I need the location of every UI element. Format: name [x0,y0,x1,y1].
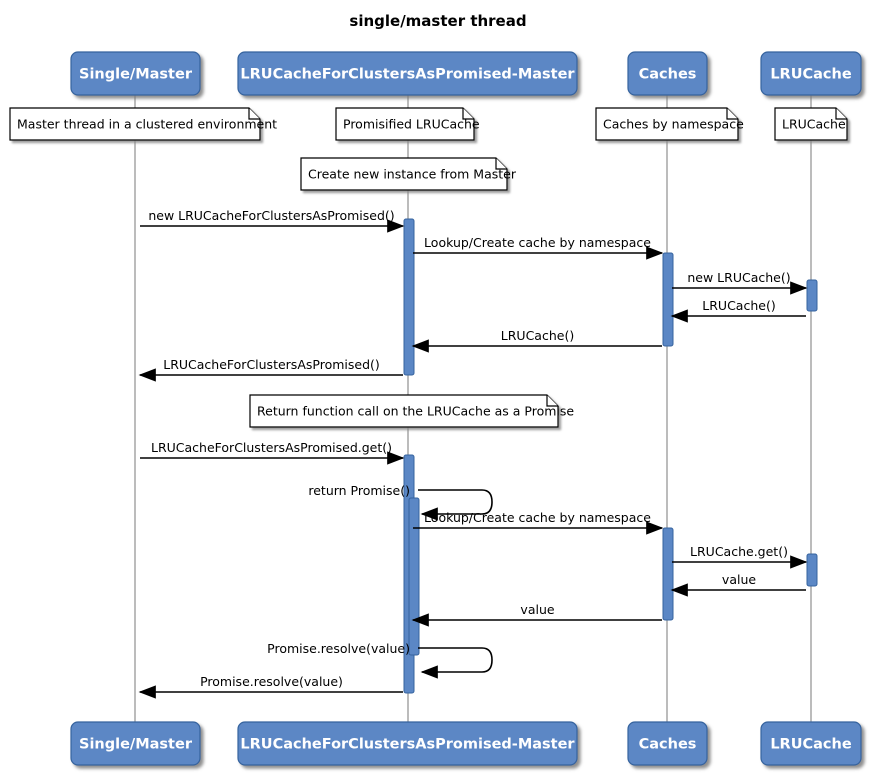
messages-layer: new LRUCacheForClustersAsPromised() Looku… [138,208,808,699]
self-message-arrow [418,647,493,679]
message-label: value [520,602,554,617]
note-label: Return function call on the LRUCache as … [257,404,574,419]
message-label: LRUCacheForClustersAsPromised() [163,357,380,372]
participant-lrucache-footer[interactable]: LRUCache [760,721,862,766]
activation-bar-caches [662,527,674,621]
participant-label: Single/Master [79,737,193,753]
activation-bar-caches [662,252,674,347]
participant-promised-footer[interactable]: LRUCacheForClustersAsPromised-Master [237,721,578,766]
note-promised: Promisified LRUCache [335,107,480,141]
participant-master-footer[interactable]: Single/Master [70,721,201,766]
message-label: value [722,572,756,587]
participant-label: LRUCache [770,737,852,753]
message-m13: Promise.resolve(value) [267,641,493,679]
note-lrucache: LRUCache [774,107,848,141]
message-label: Lookup/Create cache by namespace [424,235,651,250]
message-m4: LRUCache() [670,298,806,323]
diagram-canvas: single/master thread new LRUCacheForClus… [9,12,862,766]
message-m6: LRUCacheForClustersAsPromised() [138,357,403,382]
participant-label: LRUCacheForClustersAsPromised-Master [240,737,575,753]
message-m11: value [670,572,806,597]
participant-master-header[interactable]: Single/Master [70,51,201,96]
note-create-instance: Create new instance from Master [300,157,517,191]
participant-caches-footer[interactable]: Caches [627,721,708,766]
message-m14: Promise.resolve(value) [138,674,403,699]
participant-caches-header[interactable]: Caches [627,51,708,96]
message-label: Promise.resolve(value) [200,674,343,689]
participant-label: Single/Master [79,67,193,83]
note-label: LRUCache [782,117,846,132]
activation-bar-lrucache [806,279,818,312]
diagram-title: single/master thread [349,12,526,30]
message-label: return Promise() [308,483,410,498]
participant-lrucache-header[interactable]: LRUCache [760,51,862,96]
message-label: new LRUCache() [687,270,790,285]
activation-bar-promised [408,497,420,656]
message-m5: LRUCache() [411,328,662,353]
message-label: Lookup/Create cache by namespace [424,510,651,525]
participant-label: LRUCacheForClustersAsPromised-Master [240,67,575,83]
message-m9: Lookup/Create cache by namespace [413,510,664,535]
note-return-promise: Return function call on the LRUCache as … [249,394,574,428]
note-label: Create new instance from Master [308,167,517,182]
message-m12: value [411,602,662,627]
message-m7: LRUCacheForClustersAsPromised.get() [140,440,405,465]
message-m10: LRUCache.get() [672,544,808,569]
message-label: LRUCacheForClustersAsPromised.get() [151,440,392,455]
message-m3: new LRUCache() [672,270,808,295]
note-master: Master thread in a clustered environment [9,107,277,141]
note-label: Promisified LRUCache [343,117,480,132]
note-label: Master thread in a clustered environment [17,117,277,132]
participant-label: Caches [639,737,697,753]
activation-bar-promised [403,218,415,376]
note-label: Caches by namespace [603,117,744,132]
message-label: LRUCache.get() [690,544,788,559]
message-label: new LRUCacheForClustersAsPromised() [148,208,394,223]
note-caches: Caches by namespace [595,107,744,141]
message-label: LRUCache() [501,328,574,343]
participant-label: LRUCache [770,67,852,83]
participant-promised-header[interactable]: LRUCacheForClustersAsPromised-Master [237,51,578,96]
sequence-diagram: single/master thread new LRUCacheForClus… [0,0,876,774]
activation-bar-lrucache [806,553,818,587]
activations-layer [403,218,818,694]
message-m2: Lookup/Create cache by namespace [413,235,664,260]
message-m1: new LRUCacheForClustersAsPromised() [140,208,405,233]
participant-label: Caches [639,67,697,83]
message-label: Promise.resolve(value) [267,641,410,656]
message-label: LRUCache() [702,298,775,313]
